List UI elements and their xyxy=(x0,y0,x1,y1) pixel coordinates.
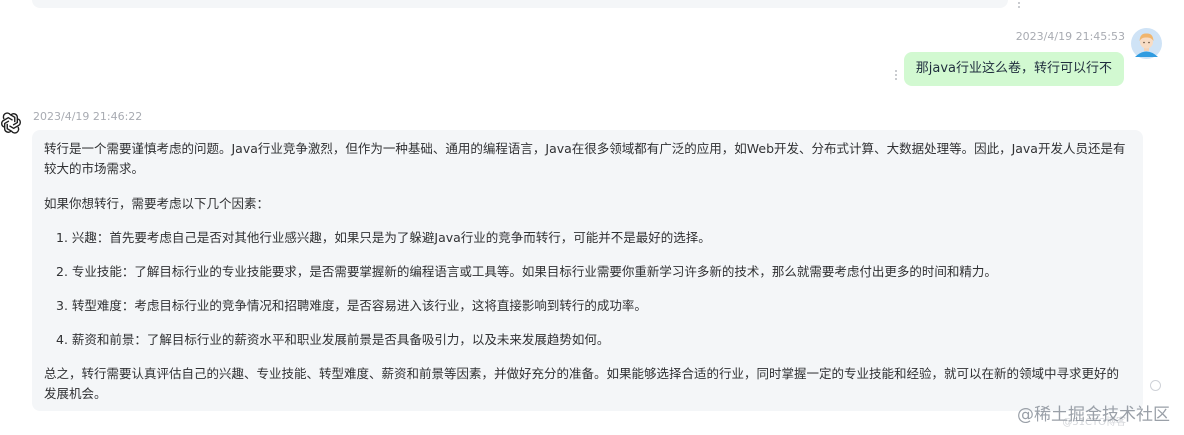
more-options-icon[interactable] xyxy=(1018,0,1022,8)
list-item: 2. 专业技能：了解目标行业的专业技能要求，是否需要掌握新的编程语言或工具等。如… xyxy=(56,264,997,279)
list-item: 3. 转型难度：考虑目标行业的竞争情况和招聘难度，是否容易进入该行业，这将直接影… xyxy=(56,298,647,313)
scroll-indicator[interactable] xyxy=(1150,380,1161,391)
watermark: @稀土掘金技术社区 xyxy=(1017,405,1170,425)
message-options-icon[interactable] xyxy=(895,70,899,80)
answer-intro: 转行是一个需要谨慎考虑的问题。Java行业竞争激烈，但作为一种基础、通用的编程语… xyxy=(44,141,1126,176)
user-message-timestamp: 2023/4/19 21:45:53 xyxy=(1015,30,1125,43)
assistant-message-timestamp: 2023/4/19 21:46:22 xyxy=(33,110,143,123)
answer-conclusion: 总之，转行需要认真评估自己的兴趣、专业技能、转型难度、薪资和前景等因素，并做好充… xyxy=(44,366,1120,401)
assistant-message-bubble: 转行是一个需要谨慎考虑的问题。Java行业竞争激烈，但作为一种基础、通用的编程语… xyxy=(32,130,1143,411)
openai-logo-icon xyxy=(0,112,22,134)
user-message-bubble: 那java行业这么卷，转行可以行不 xyxy=(903,52,1124,86)
chat-view: 2023/4/19 21:45:53 那java行业这么卷，转行可以行不 202 xyxy=(0,0,1184,435)
previous-message-bubble xyxy=(32,0,1008,8)
user-avatar-icon xyxy=(1131,28,1162,59)
answer-lead: 如果你想转行，需要考虑以下几个因素： xyxy=(44,196,270,211)
list-item: 1. 兴趣：首先要考虑自己是否对其他行业感兴趣，如果只是为了躲避Java行业的竞… xyxy=(56,230,711,245)
factor-list: 1. 兴趣：首先要考虑自己是否对其他行业感兴趣，如果只是为了躲避Java行业的竞… xyxy=(44,228,1131,350)
list-item: 4. 薪资和前景：了解目标行业的薪资水平和职业发展前景是否具备吸引力，以及未来发… xyxy=(56,332,610,347)
